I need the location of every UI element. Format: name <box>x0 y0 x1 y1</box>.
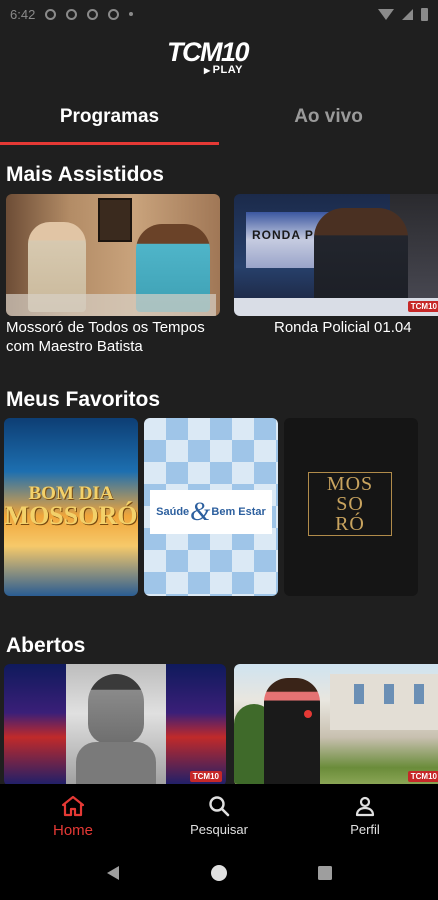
window <box>384 684 394 704</box>
notification-icon <box>45 8 57 20</box>
home-icon <box>61 794 85 818</box>
battery-icon <box>421 7 428 21</box>
at-sign-icon <box>108 8 120 20</box>
search-icon <box>208 794 230 818</box>
recents-icon[interactable] <box>310 858 340 888</box>
status-time: 6:42 <box>10 6 36 22</box>
program-logo-line: MOS <box>326 473 374 495</box>
nav-profile[interactable]: Perfil <box>292 784 438 846</box>
tab-ao-vivo[interactable]: Ao vivo <box>219 95 438 145</box>
app-logo: TCM10 PLAY <box>0 38 438 80</box>
program-caption: Ronda Policial 01.04 <box>274 319 412 336</box>
program-logo-line: SO <box>336 493 364 515</box>
program-logo-line: MOSSORÓ <box>4 501 138 530</box>
home-circle-icon[interactable] <box>204 858 234 888</box>
favorite-card-saude-bem-estar[interactable]: Saúde & Bem Estar <box>144 418 278 596</box>
notification-icon <box>66 8 78 20</box>
window <box>354 684 364 704</box>
wifi-icon <box>378 8 394 20</box>
signal-icon <box>402 8 413 20</box>
nav-home-label: Home <box>52 822 93 839</box>
bottom-navigation: Home Pesquisar Perfil <box>0 784 438 846</box>
system-navigation-bar <box>0 846 438 900</box>
tab-programas[interactable]: Programas <box>0 95 219 145</box>
program-logo-ampersand: & <box>190 497 211 526</box>
profile-icon <box>354 794 376 818</box>
dot-icon <box>129 12 134 16</box>
program-logo: BOM DIA MOSSORÓ <box>4 484 138 530</box>
nav-search[interactable]: Pesquisar <box>146 784 292 846</box>
anchor-figure <box>314 208 408 304</box>
portrait-body <box>76 742 156 786</box>
nav-profile-label: Perfil <box>350 822 380 837</box>
channel-watermark: TCM10 <box>189 771 222 782</box>
program-caption: Mossoró de Todos os Tempos com Maestro B… <box>6 319 205 355</box>
wall-picture <box>98 198 132 242</box>
window <box>414 684 424 704</box>
shield-icon <box>87 8 99 20</box>
program-logo-line: RÓ <box>335 513 365 535</box>
logo-subtitle: PLAY <box>204 64 243 76</box>
open-card-2[interactable]: TCM10 <box>234 664 438 786</box>
status-bar: 6:42 <box>0 0 438 28</box>
back-icon[interactable] <box>98 858 128 888</box>
favorite-card-bom-dia-mossoro[interactable]: BOM DIA MOSSORÓ <box>4 418 138 596</box>
section-title-abertos: Abertos <box>6 634 86 657</box>
nav-search-label: Pesquisar <box>190 822 248 837</box>
section-title-mais-assistidos: Mais Assistidos <box>6 163 164 186</box>
reporter-figure <box>264 678 320 786</box>
logo-text: TCM10 <box>167 37 250 67</box>
program-logo-line: Saúde <box>156 506 190 518</box>
program-logo: Saúde & Bem Estar <box>150 490 272 534</box>
program-logo: MOS SO RÓ <box>308 472 392 536</box>
top-tabs: Programas Ao vivo <box>0 95 438 145</box>
channel-watermark: TCM10 <box>407 771 438 782</box>
section-title-meus-favoritos: Meus Favoritos <box>6 388 161 411</box>
channel-watermark: TCM10 <box>407 301 438 312</box>
open-card-1[interactable]: TCM10 <box>4 664 226 786</box>
microphone <box>304 710 312 718</box>
program-card-ronda-policial[interactable]: RONDA POLICIAL TCM10 <box>234 194 438 316</box>
nav-home[interactable]: Home <box>0 784 146 846</box>
chair <box>6 294 216 316</box>
program-card-mossoro-todos-tempos[interactable] <box>6 194 220 316</box>
favorite-card-mossoro[interactable]: MOS SO RÓ <box>284 418 418 596</box>
program-logo-line: Bem Estar <box>211 506 266 518</box>
portrait-face <box>88 674 144 744</box>
